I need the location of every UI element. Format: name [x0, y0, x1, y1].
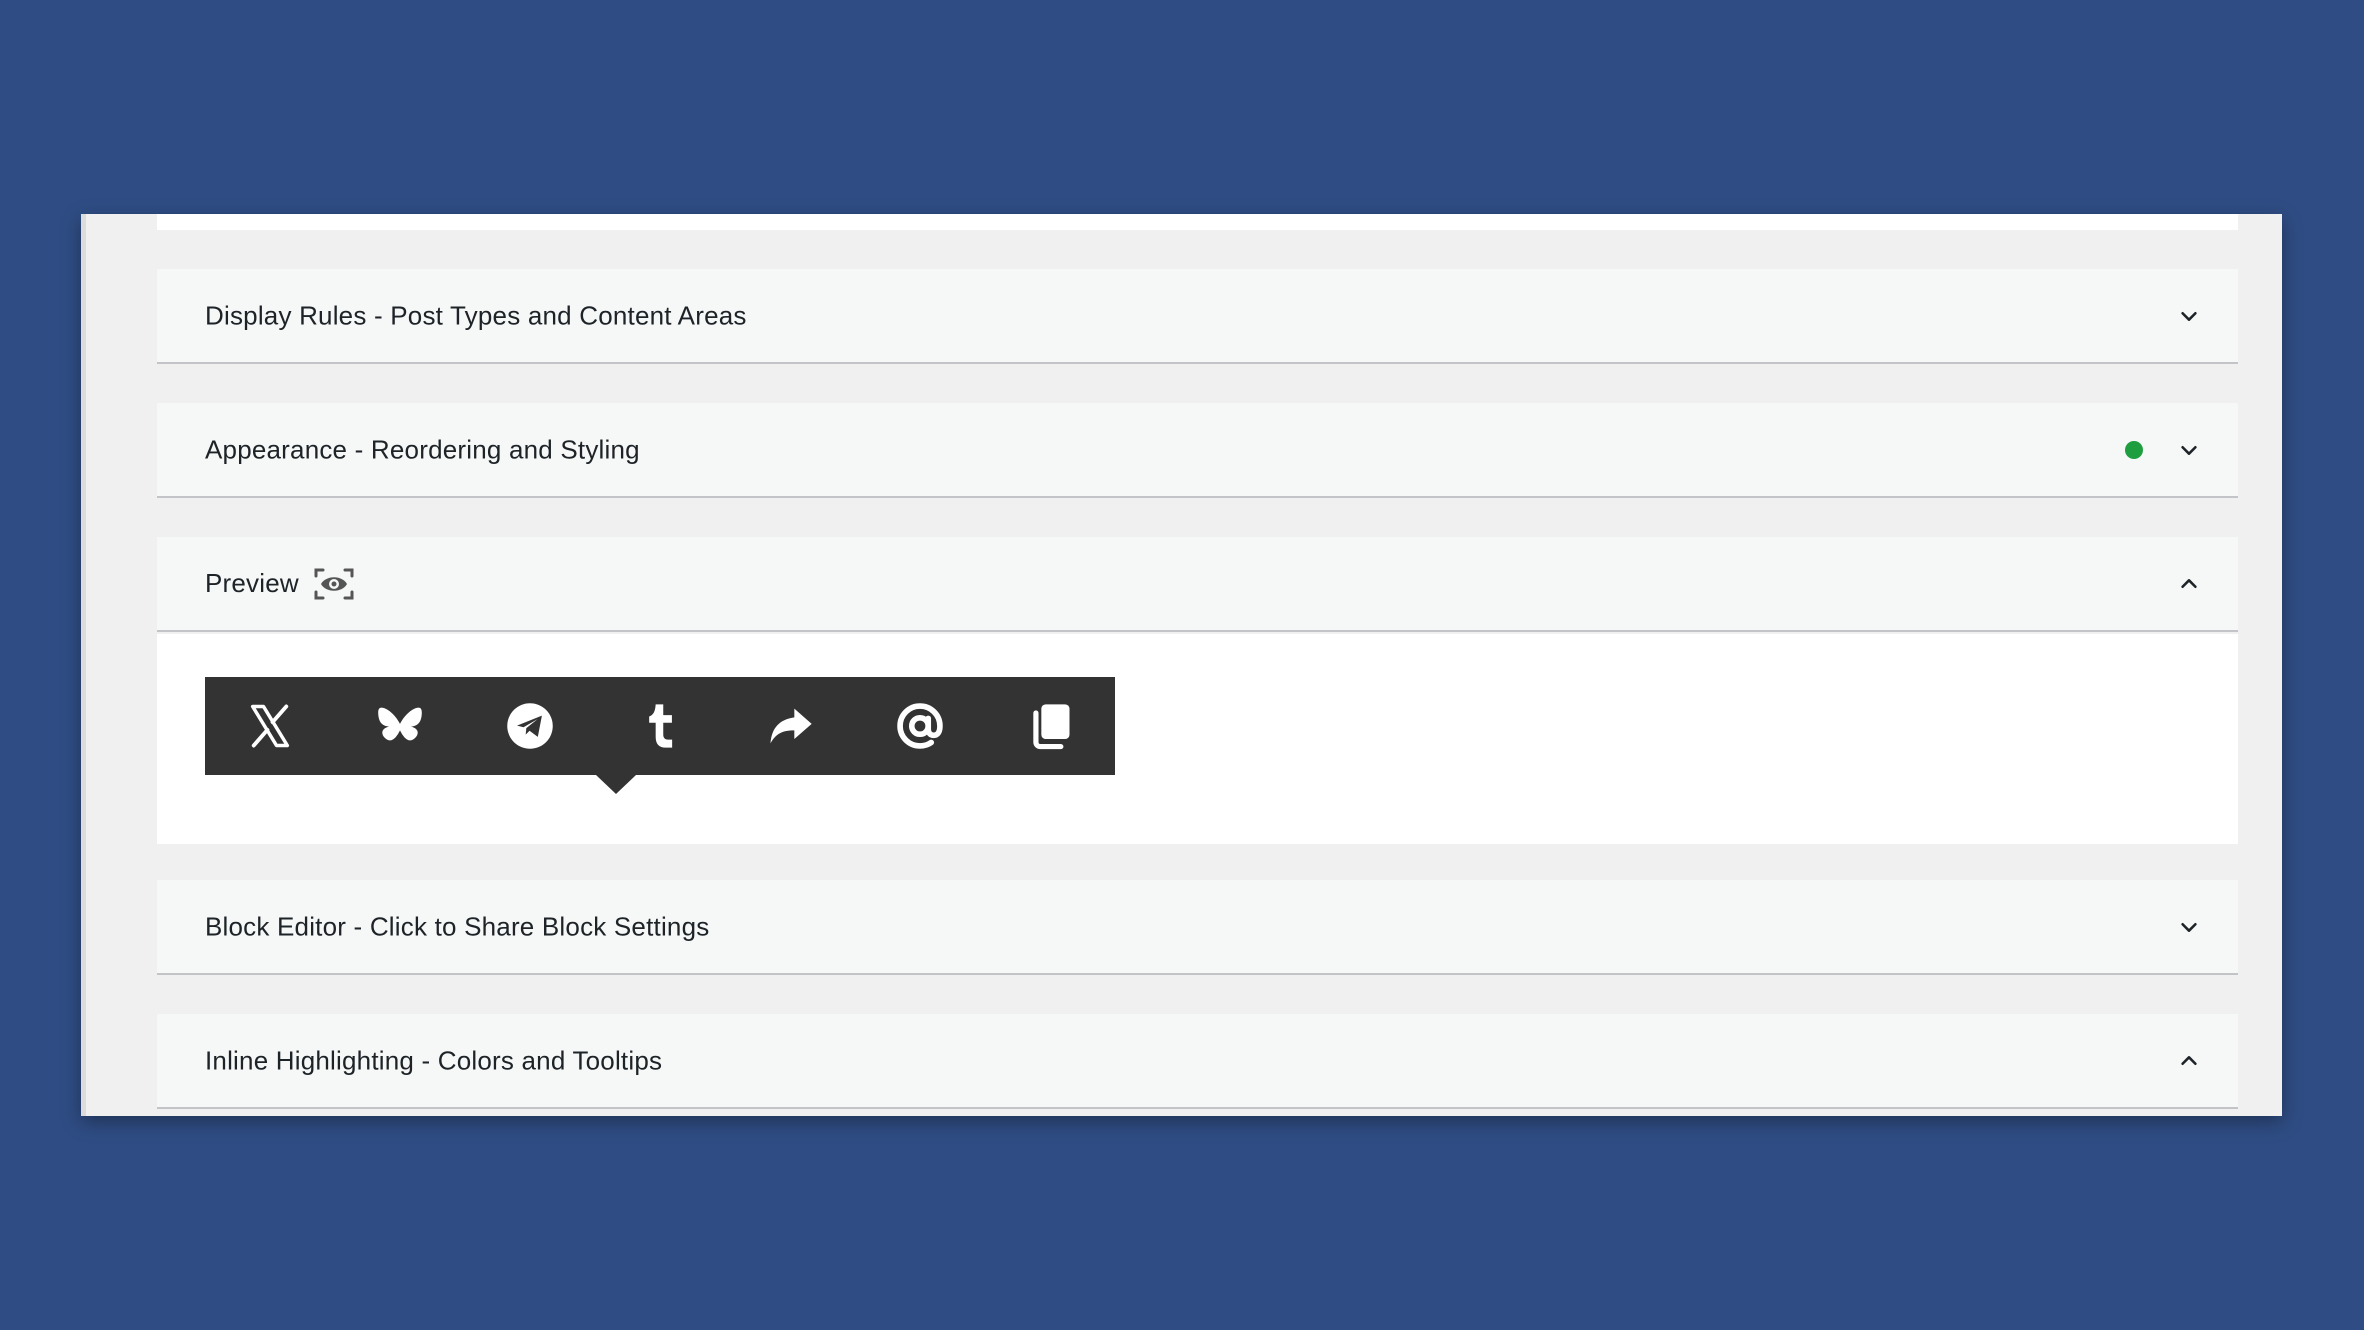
panel-header[interactable]: Display Rules - Post Types and Content A…	[157, 269, 2238, 362]
share-email-button[interactable]	[855, 677, 985, 775]
panel-block-editor[interactable]: Block Editor - Click to Share Block Sett…	[157, 880, 2238, 975]
panel-title: Inline Highlighting - Colors and Tooltip…	[205, 1045, 663, 1075]
chevron-up-icon[interactable]	[2178, 1050, 2200, 1072]
share-tumblr-button[interactable]	[595, 677, 725, 775]
panel-preview[interactable]: Preview	[157, 537, 2238, 632]
panel-title: Block Editor - Click to Share Block Sett…	[205, 911, 710, 941]
settings-window: Display Rules - Post Types and Content A…	[81, 214, 2282, 1116]
preview-content	[157, 634, 2238, 844]
panel-title: Appearance - Reordering and Styling	[205, 434, 640, 464]
bluesky-butterfly-icon	[378, 707, 422, 741]
copy-link-button[interactable]	[985, 677, 1115, 775]
panel-header[interactable]: Preview	[157, 537, 2238, 630]
share-telegram-button[interactable]	[465, 677, 595, 775]
email-at-icon	[897, 703, 943, 749]
share-bar	[205, 677, 1115, 775]
chevron-down-icon[interactable]	[2178, 916, 2200, 938]
panel-appearance[interactable]: Appearance - Reordering and Styling	[157, 403, 2238, 498]
copy-icon	[1033, 704, 1070, 750]
panel-header[interactable]: Inline Highlighting - Colors and Tooltip…	[157, 1014, 2238, 1107]
panel-title-text: Preview	[205, 568, 299, 598]
status-dot	[2125, 440, 2143, 459]
share-native-button[interactable]	[725, 677, 855, 775]
share-bluesky-button[interactable]	[335, 677, 465, 775]
share-bar-pointer	[596, 775, 636, 794]
share-x-button[interactable]	[205, 677, 335, 775]
panel-inline-highlighting[interactable]: Inline Highlighting - Colors and Tooltip…	[157, 1014, 2238, 1109]
panel-header[interactable]: Appearance - Reordering and Styling	[157, 403, 2238, 496]
panel-display-rules[interactable]: Display Rules - Post Types and Content A…	[157, 269, 2238, 364]
tumblr-icon	[649, 704, 673, 748]
telegram-icon	[507, 703, 553, 749]
eye-scan-icon	[314, 568, 354, 599]
panel-title: Preview	[205, 566, 355, 602]
chevron-down-icon[interactable]	[2178, 439, 2200, 461]
panel-title: Display Rules - Post Types and Content A…	[205, 300, 747, 330]
share-arrow-icon	[770, 708, 812, 744]
chevron-up-icon[interactable]	[2178, 573, 2200, 595]
x-icon	[250, 704, 290, 748]
previous-panel-edge	[157, 214, 2238, 230]
chevron-down-icon[interactable]	[2178, 305, 2200, 327]
panel-header[interactable]: Block Editor - Click to Share Block Sett…	[157, 880, 2238, 973]
